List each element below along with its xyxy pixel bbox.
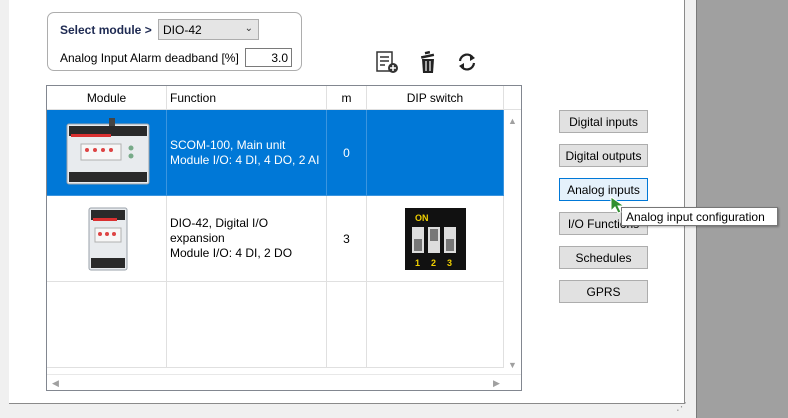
function-name: DIO-42, Digital I/O expansion [170, 216, 269, 245]
module-grid: Module Function m DIP switch SCOM-100, M… [46, 85, 522, 391]
dip-number: 3 [447, 258, 452, 268]
module-dropdown[interactable]: DIO-42 ⌄ [158, 19, 259, 40]
vertical-scrollbar[interactable]: ▲ ▼ [504, 110, 521, 374]
module-image-cell [47, 282, 167, 368]
pointer-cursor-icon [610, 196, 626, 214]
scroll-left-icon[interactable]: ◀ [52, 378, 59, 389]
column-header-dip-switch[interactable]: DIP switch [367, 86, 504, 110]
dip-cell [367, 110, 504, 196]
delete-bin-icon[interactable] [417, 50, 441, 74]
m-value: 3 [343, 231, 350, 246]
scroll-up-icon[interactable]: ▲ [508, 116, 517, 126]
tooltip: Analog input configuration [621, 207, 778, 226]
table-row[interactable]: DIO-42, Digital I/O expansion Module I/O… [47, 196, 504, 282]
dip-cell [367, 282, 504, 368]
gprs-button[interactable]: GPRS [559, 280, 648, 303]
digital-inputs-button[interactable]: Digital inputs [559, 110, 648, 133]
column-header-filler [504, 86, 521, 110]
m-cell [327, 282, 367, 368]
table-row[interactable]: SCOM-100, Main unit Module I/O: 4 DI, 4 … [47, 110, 504, 196]
select-module-label: Select module > [60, 23, 152, 37]
function-cell: DIO-42, Digital I/O expansion Module I/O… [167, 196, 327, 282]
dio-42-device-image [88, 207, 128, 271]
function-io: Module I/O: 4 DI, 2 DO [170, 246, 293, 260]
m-cell: 0 [327, 110, 367, 196]
function-cell [167, 282, 327, 368]
dip-switch-image: ON 1 2 3 [405, 208, 466, 270]
app-window: Select module > DIO-42 ⌄ Analog Input Al… [0, 0, 696, 418]
digital-outputs-button[interactable]: Digital outputs [559, 144, 648, 167]
table-row[interactable] [47, 282, 504, 368]
column-header-function[interactable]: Function [167, 86, 327, 110]
add-list-icon[interactable] [375, 50, 399, 74]
scroll-right-icon[interactable]: ▶ [493, 378, 500, 389]
deadband-input[interactable]: 3.0 [245, 48, 292, 67]
module-image-cell [47, 196, 167, 282]
analog-inputs-button[interactable]: Analog inputs [559, 178, 648, 201]
window-scrollbar[interactable] [686, 0, 696, 404]
chevron-down-icon: ⌄ [244, 23, 253, 34]
function-name: SCOM-100, Main unit [170, 137, 286, 152]
schedules-button[interactable]: Schedules [559, 246, 648, 269]
module-image-cell [47, 110, 167, 196]
scom-100-device-image [66, 118, 150, 185]
column-header-module[interactable]: Module [47, 86, 167, 110]
dip-on-label: ON [415, 213, 429, 223]
column-header-m[interactable]: m [327, 86, 367, 110]
resize-grip-icon[interactable]: ⋰ [676, 400, 690, 414]
deadband-label: Analog Input Alarm deadband [%] [60, 51, 239, 65]
module-dropdown-value: DIO-42 [163, 23, 202, 37]
refresh-icon[interactable] [455, 50, 479, 74]
client-area: Select module > DIO-42 ⌄ Analog Input Al… [9, 0, 685, 404]
horizontal-scrollbar[interactable]: ◀ ▶ [47, 374, 521, 390]
dip-number: 2 [431, 258, 436, 268]
m-cell: 3 [327, 196, 367, 282]
scroll-down-icon[interactable]: ▼ [508, 360, 517, 370]
m-value: 0 [343, 145, 350, 160]
dip-number: 1 [415, 258, 420, 268]
function-io: Module I/O: 4 DI, 4 DO, 2 AI [170, 152, 320, 167]
function-cell: SCOM-100, Main unit Module I/O: 4 DI, 4 … [167, 110, 327, 196]
dip-cell: ON 1 2 3 [367, 196, 504, 282]
module-settings-group: Select module > DIO-42 ⌄ Analog Input Al… [47, 12, 302, 71]
